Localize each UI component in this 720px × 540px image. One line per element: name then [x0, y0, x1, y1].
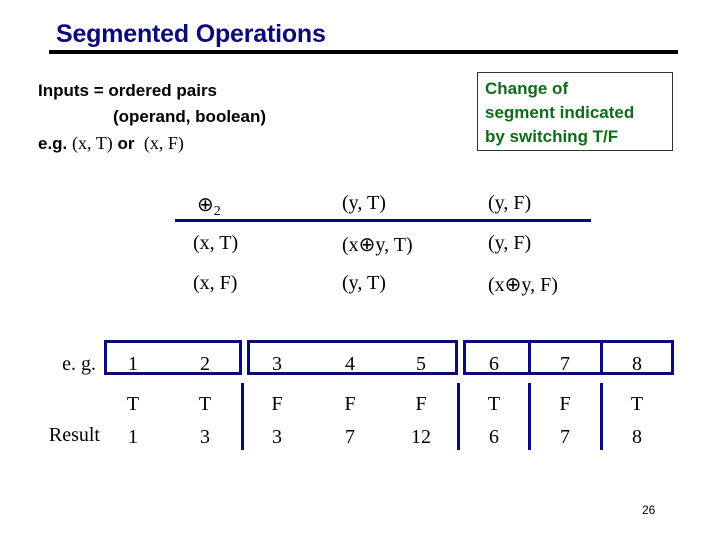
- result-cell: 3: [272, 426, 282, 448]
- result-cell: 8: [632, 426, 642, 448]
- flag-cell: T: [630, 393, 644, 415]
- example-pair-false: (x, F): [143, 133, 184, 153]
- inputs-line-2: (operand, boolean): [113, 107, 266, 126]
- flag-cell: F: [559, 393, 571, 415]
- example-label: e. g.: [62, 353, 96, 375]
- table-cell: (x⊕y, T): [342, 234, 413, 256]
- note-line: segment indicated: [485, 103, 635, 122]
- or-word: or: [117, 134, 135, 153]
- result-cell: 3: [200, 426, 210, 448]
- flag-cell: T: [126, 393, 140, 415]
- row-header: (x, F): [193, 272, 238, 294]
- operator-table-rule: [175, 219, 591, 222]
- result-label: Result: [48, 424, 100, 446]
- segment-divider: [600, 340, 603, 375]
- operator-subscript: 2: [213, 204, 221, 219]
- table-cell: (x⊕y, F): [488, 274, 558, 296]
- flag-cell: T: [198, 393, 212, 415]
- oplus-icon: ⊕: [197, 194, 214, 216]
- segment-change-note: Change of segment indicated by switching…: [477, 72, 673, 151]
- example-pair-true: (x, T): [72, 133, 113, 153]
- operator-symbol: ⊕2: [197, 192, 221, 220]
- flag-cell: T: [487, 393, 501, 415]
- inputs-line-3: e.g. (x, T) or (x, F): [38, 130, 266, 157]
- result-cell: 12: [411, 426, 431, 448]
- note-line: Change of: [485, 79, 569, 98]
- value-cell: 6: [489, 353, 499, 375]
- result-cell: 7: [560, 426, 570, 448]
- note-line: by switching T/F: [485, 127, 619, 146]
- value-cell: 2: [200, 353, 210, 375]
- value-cell: 4: [345, 353, 355, 375]
- segment-boundary-line: [528, 383, 531, 450]
- value-cell: 3: [272, 353, 282, 375]
- segment-boundary-line: [600, 383, 603, 450]
- value-cell: 7: [560, 353, 570, 375]
- col-header: (y, F): [488, 192, 532, 214]
- slide-title: Segmented Operations: [56, 20, 326, 48]
- inputs-line-1: Inputs = ordered pairs: [38, 81, 218, 100]
- page-number: 26: [642, 503, 656, 517]
- result-cell: 6: [489, 426, 499, 448]
- value-cell: 1: [128, 353, 138, 375]
- segment-boundary-line: [457, 383, 460, 450]
- value-cell: 5: [416, 353, 426, 375]
- flag-cell: F: [271, 393, 283, 415]
- row-header: (x, T): [193, 232, 239, 254]
- value-cell: 8: [632, 353, 642, 375]
- eg-prefix: e.g.: [38, 134, 68, 153]
- segment-boundary-line: [241, 383, 244, 450]
- result-cell: 7: [345, 426, 355, 448]
- table-cell: (y, F): [488, 232, 532, 254]
- table-cell: (y, T): [342, 272, 386, 294]
- result-cell: 1: [128, 426, 138, 448]
- col-header: (y, T): [342, 192, 386, 214]
- title-underline: [49, 50, 678, 54]
- inputs-description: Inputs = ordered pairs (operand, boolean…: [38, 78, 266, 157]
- segment-divider: [528, 340, 531, 375]
- flag-cell: F: [415, 393, 427, 415]
- flag-cell: F: [344, 393, 356, 415]
